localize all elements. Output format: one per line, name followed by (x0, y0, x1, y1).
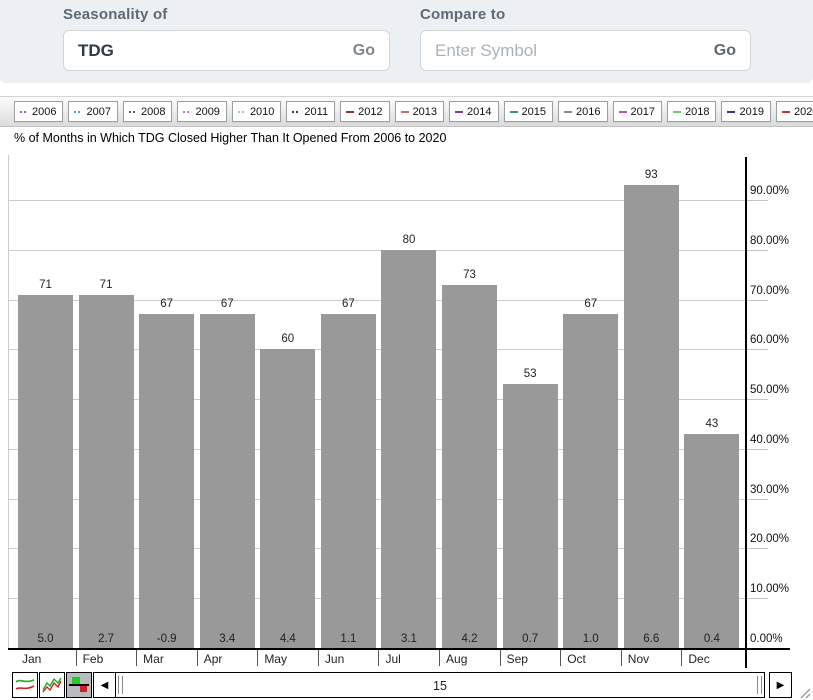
resize-handle-icon[interactable] (797, 686, 811, 699)
y-axis-label: 80.00% (750, 235, 789, 247)
y-axis-label: 30.00% (750, 484, 789, 496)
seasonality-app: Seasonality of Go Compare to Go 20062007… (0, 0, 813, 700)
bar-gain-label: 0.4 (684, 633, 739, 645)
y-axis-tick (745, 399, 768, 400)
bar-Sep (503, 384, 558, 648)
bar-May (260, 349, 315, 648)
bar-chart-glyph (68, 675, 90, 695)
x-axis-label-Nov: Nov (628, 652, 649, 666)
x-axis-tick (500, 648, 501, 666)
x-axis-tick (136, 648, 137, 666)
bar-gain-label: 2.7 (79, 633, 134, 645)
x-axis-label-Mar: Mar (143, 652, 164, 666)
y-axis-tick (745, 598, 768, 599)
x-axis-label-May: May (264, 652, 287, 666)
y-axis-tick (745, 250, 768, 251)
bar-Jul (381, 250, 436, 648)
x-axis-label-Oct: Oct (567, 652, 586, 666)
bar-chart-icon[interactable] (66, 672, 92, 698)
bar-gain-label: -0.9 (139, 633, 194, 645)
bar-value-label: 67 (200, 298, 255, 310)
x-axis-label-Apr: Apr (204, 652, 223, 666)
bar-Apr (200, 314, 255, 648)
bar-value-label: 60 (260, 333, 315, 345)
bar-value-label: 43 (684, 418, 739, 430)
bar-gain-label: 5.0 (18, 633, 73, 645)
bottom-toolbar: ◀ 15 ▶ (0, 670, 813, 700)
x-axis-tick (318, 648, 319, 666)
scroll-right-arrow-icon[interactable]: ▶ (769, 672, 792, 698)
y-axis-line (745, 157, 747, 668)
bar-value-label: 67 (563, 298, 618, 310)
bar-gain-label: 3.4 (200, 633, 255, 645)
bar-chart: 0.00% 10.00% 20.00% 30.00% 40.00% 50.00% 60.00… (0, 0, 813, 700)
y-axis-tick (745, 499, 768, 500)
y-axis-label: 70.00% (750, 285, 789, 297)
x-axis-tick (378, 648, 379, 666)
bar-Mar (139, 314, 194, 648)
y-axis-tick (745, 449, 768, 450)
y-axis-tick (745, 349, 768, 350)
y-axis-label: 0.00% (750, 633, 783, 645)
y-axis-label: 40.00% (750, 434, 789, 446)
bar-value-label: 71 (18, 279, 73, 291)
x-axis-label-Dec: Dec (688, 652, 709, 666)
smooth-line-chart-icon[interactable] (12, 672, 38, 698)
scroll-left-arrow-icon[interactable]: ◀ (93, 672, 116, 698)
y-axis-label: 60.00% (750, 334, 789, 346)
bar-gain-label: 4.2 (442, 633, 497, 645)
bar-value-label: 71 (79, 279, 134, 291)
bar-value-label: 80 (381, 234, 436, 246)
x-axis-tick (257, 648, 258, 666)
x-axis-tick (681, 648, 682, 666)
bar-gain-label: 1.1 (321, 633, 376, 645)
y-axis-label: 90.00% (750, 185, 789, 197)
x-axis-label-Aug: Aug (446, 652, 467, 666)
bar-Jun (321, 314, 376, 648)
resize-grip-glyph (797, 686, 811, 699)
bar-Oct (563, 314, 618, 648)
bar-value-label: 67 (139, 298, 194, 310)
x-axis-tick (197, 648, 198, 666)
y-axis-label: 10.00% (750, 583, 789, 595)
y-axis-label: 20.00% (750, 533, 789, 545)
x-axis-tick (439, 648, 440, 666)
bar-gain-label: 0.7 (503, 633, 558, 645)
bar-gain-label: 4.4 (260, 633, 315, 645)
bar-Feb (79, 295, 134, 648)
bar-Jan (18, 295, 73, 648)
bar-value-label: 53 (503, 368, 558, 380)
bar-Dec (684, 434, 739, 648)
x-axis-tick (621, 648, 622, 666)
x-axis-line (8, 648, 790, 650)
x-axis-tick (76, 648, 77, 666)
y-axis-tick (745, 200, 768, 201)
y-axis-label: 50.00% (750, 384, 789, 396)
bar-Aug (442, 285, 497, 648)
bar-gain-label: 6.6 (624, 633, 679, 645)
x-axis-label-Jun: Jun (325, 652, 344, 666)
scrollbar-value: 15 (116, 679, 764, 693)
bar-value-label: 67 (321, 298, 376, 310)
scrollbar-track[interactable]: 15 (115, 672, 765, 698)
x-axis-label-Sep: Sep (507, 652, 528, 666)
bar-value-label: 93 (624, 169, 679, 181)
bar-value-label: 73 (442, 269, 497, 281)
plot-left-border (8, 155, 9, 648)
y-axis-tick (745, 548, 768, 549)
x-axis-tick (560, 648, 561, 666)
x-axis-label-Feb: Feb (83, 652, 104, 666)
x-axis-label-Jan: Jan (22, 652, 41, 666)
y-axis-tick (745, 300, 768, 301)
x-axis-label-Jul: Jul (385, 652, 400, 666)
bar-gain-label: 3.1 (381, 633, 436, 645)
bar-Nov (624, 185, 679, 648)
zigzag-line-glyph (41, 675, 63, 695)
scrollbar-right-grip[interactable] (757, 676, 762, 694)
smooth-line-glyph (14, 675, 36, 695)
zigzag-line-chart-icon[interactable] (39, 672, 65, 698)
bar-gain-label: 1.0 (563, 633, 618, 645)
